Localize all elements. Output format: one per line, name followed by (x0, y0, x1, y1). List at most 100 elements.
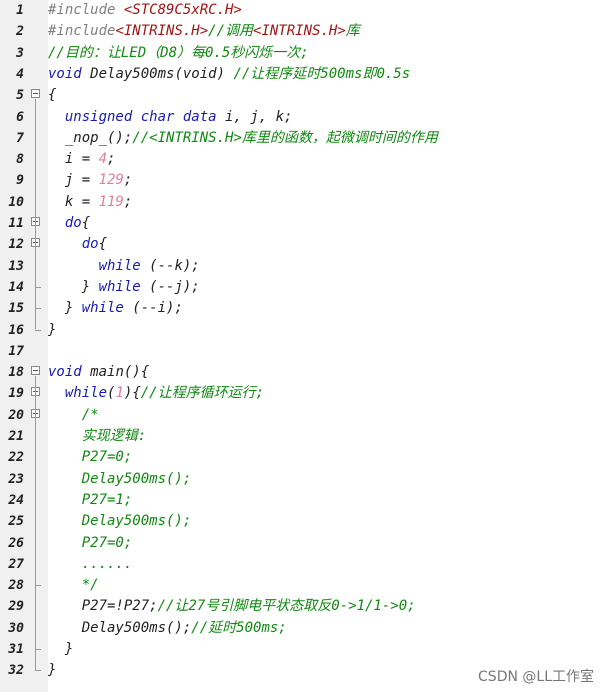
code-text: { (48, 85, 56, 106)
line-number: 16 (8, 322, 24, 338)
code-line[interactable]: 10 k = 119; (0, 192, 608, 213)
token: (--j); (149, 278, 200, 295)
code-text: } while (--i); (48, 298, 183, 319)
code-line[interactable]: 15 } while (--i); (0, 298, 608, 319)
code-text: /* (48, 405, 99, 426)
line-number: 4 (16, 66, 24, 82)
code-line[interactable]: 22 P27=0; (0, 447, 608, 468)
token: //<INTRINS.H>库里的函数，起微调时间的作用 (132, 129, 438, 146)
fold-guide-line (35, 248, 36, 287)
token: ...... (48, 555, 133, 572)
code-line[interactable]: 6 unsigned char data i, j, k; (0, 107, 608, 128)
token: 库 (345, 23, 360, 40)
token: <INTRINS.H> (253, 23, 346, 40)
code-line[interactable]: 28 */ (0, 575, 608, 596)
code-text: P27=!P27;//让27号引脚电平状态取反0->1/1->0; (48, 596, 416, 617)
fold-end-mark (35, 585, 41, 587)
code-text: do{ (48, 213, 90, 234)
code-line[interactable]: 25 Delay500ms(); (0, 511, 608, 532)
code-text: //目的：让LED（D8）每0.5秒闪烁一次; (48, 43, 309, 64)
token: } (48, 278, 99, 295)
code-line[interactable]: 24 P27=1; (0, 490, 608, 511)
token: i, j, k; (225, 108, 293, 125)
token: P27=!P27; (48, 598, 158, 615)
token: Delay500ms(void) (90, 65, 234, 82)
fold-toggle-icon[interactable] (31, 366, 40, 376)
token: main(){ (90, 364, 150, 381)
code-text: P27=0; (48, 447, 133, 468)
code-line[interactable]: 9 j = 129; (0, 170, 608, 191)
line-number: 32 (8, 663, 24, 679)
fold-end-mark (35, 308, 41, 310)
code-text: void Delay500ms(void) //让程序延时500ms即0.5s (48, 64, 410, 85)
code-text: unsigned char data i, j, k; (48, 107, 293, 128)
token: 119 (98, 193, 124, 210)
code-text: k = 119; (48, 192, 132, 213)
token: do (48, 215, 82, 231)
line-number: 31 (8, 642, 24, 657)
code-line[interactable]: 1 #include <STC89C5xRC.H> (0, 0, 608, 21)
token: <STC89C5xRC.H> (123, 2, 242, 18)
code-line[interactable]: 13 while (--k); (0, 256, 608, 277)
line-number: 6 (16, 109, 24, 125)
code-line[interactable]: 23 Delay500ms(); (0, 469, 608, 490)
line-number: 7 (16, 130, 24, 146)
code-line[interactable]: 7 _nop_();//<INTRINS.H>库里的函数，起微调时间的作用 (0, 128, 608, 149)
code-line[interactable]: 26 P27=0; (0, 533, 608, 554)
token: 129 (98, 172, 124, 189)
code-line[interactable]: 17 (0, 341, 608, 362)
token: } (48, 321, 57, 338)
code-text: P27=0; (48, 533, 133, 554)
code-line[interactable]: 8 i = 4; (0, 149, 608, 170)
code-editor[interactable]: 1 #include <STC89C5xRC.H> 2 #include<INTRIN… (0, 0, 608, 692)
code-text: void main(){ (48, 362, 149, 383)
code-line[interactable]: 18 void main(){ (0, 362, 608, 383)
line-number: 8 (16, 152, 24, 168)
code-line[interactable]: 19 while(1){//让程序循环运行; (0, 383, 608, 404)
token: <INTRINS.H> (115, 23, 209, 40)
code-line[interactable]: 2 #include<INTRINS.H>//调用<INTRINS.H>库 (0, 21, 608, 42)
code-text: _nop_();//<INTRINS.H>库里的函数，起微调时间的作用 (48, 128, 438, 149)
token: 实现逻辑: (48, 428, 147, 444)
code-line[interactable]: 16} (0, 320, 608, 341)
code-text: */ (48, 575, 99, 596)
token: while (48, 257, 150, 274)
fold-guide-line (35, 418, 36, 586)
line-number: 14 (8, 279, 24, 295)
token: P27=0; (48, 449, 133, 466)
code-line[interactable]: 30 Delay500ms();//延时500ms; (0, 618, 608, 639)
code-text: j = 129; (48, 170, 132, 191)
token: while (48, 385, 108, 402)
token: P27=1; (48, 491, 133, 508)
code-text: } (48, 320, 56, 341)
code-line[interactable]: 3 //目的：让LED（D8）每0.5秒闪烁一次; (0, 43, 608, 64)
code-text: #include <STC89C5xRC.H> (48, 0, 242, 21)
code-line[interactable]: 21 实现逻辑: (0, 426, 608, 447)
code-text: ...... (48, 554, 133, 575)
code-line[interactable]: 11 do{ (0, 213, 608, 234)
line-number: 24 (8, 492, 24, 508)
token: //延时500ms; (191, 619, 287, 636)
token: i = (48, 151, 99, 168)
code-line[interactable]: 31 } (0, 639, 608, 660)
line-number: 12 (8, 237, 24, 253)
token: ; (123, 172, 133, 189)
token: Delay500ms(); (48, 470, 192, 487)
code-line[interactable]: 12 do{ (0, 234, 608, 255)
code-text: do{ (48, 234, 107, 255)
code-text: 实现逻辑: (48, 426, 146, 447)
code-line[interactable]: 14 } while (--j); (0, 277, 608, 298)
fold-toggle-icon[interactable] (31, 89, 40, 99)
line-number: 26 (8, 535, 24, 551)
token: ; (123, 193, 133, 210)
line-number: 15 (8, 301, 24, 317)
line-number: 9 (16, 173, 24, 189)
token: { (81, 215, 91, 231)
fold-end-mark (35, 670, 41, 672)
code-line[interactable]: 4 void Delay500ms(void) //让程序延时500ms即0.5s (0, 64, 608, 85)
code-line[interactable]: 20 /* (0, 405, 608, 426)
code-line[interactable]: 29 P27=!P27;//让27号引脚电平状态取反0->1/1->0; (0, 596, 608, 617)
line-number: 1 (16, 3, 24, 18)
code-line[interactable]: 5{ (0, 85, 608, 106)
code-line[interactable]: 27 ...... (0, 554, 608, 575)
